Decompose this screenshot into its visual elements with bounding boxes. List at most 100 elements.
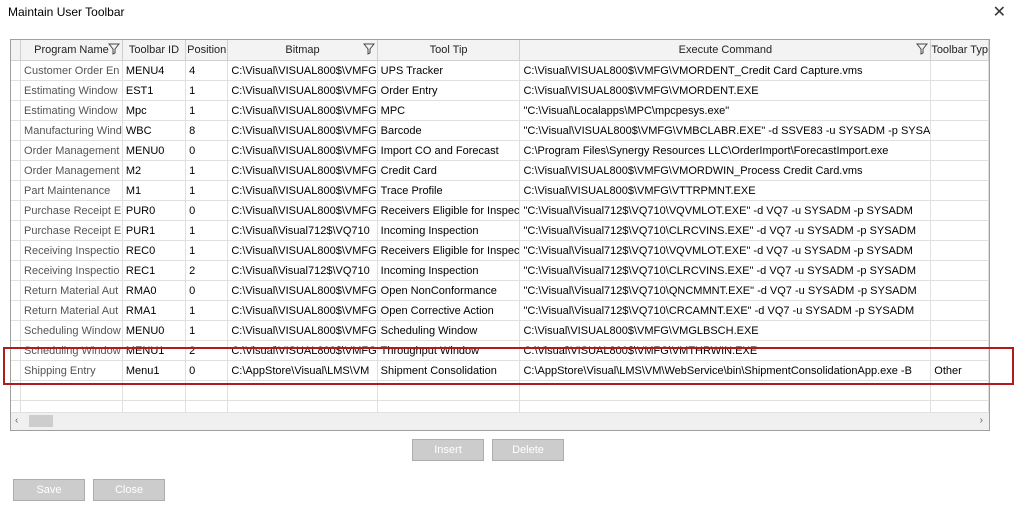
scroll-left-icon[interactable]: ‹ xyxy=(15,415,18,426)
empty-cell[interactable] xyxy=(377,380,521,401)
table-row[interactable]: Part Maintenance M1 1 C:\Visual\VISUAL800$\… xyxy=(11,180,989,201)
row-indicator[interactable] xyxy=(11,320,22,341)
cell-tool-tip[interactable]: Barcode xyxy=(377,120,521,141)
cell-bitmap[interactable]: C:\AppStore\Visual\LMS\VM xyxy=(227,360,378,381)
cell-position[interactable]: 1 xyxy=(185,80,229,101)
cell-execute-command[interactable]: C:\Visual\VISUAL800$\VMFG\VMORDENT_Credi… xyxy=(519,60,932,81)
cell-toolbar-type[interactable] xyxy=(930,220,989,241)
row-indicator[interactable] xyxy=(11,260,22,281)
cell-execute-command[interactable]: "C:\Visual\VISUAL800$\VMFG\VMBCLABR.EXE"… xyxy=(519,120,932,141)
row-indicator[interactable] xyxy=(11,180,22,201)
cell-toolbar-id[interactable]: MENU4 xyxy=(122,60,187,81)
col-header-bitmap[interactable]: Bitmap xyxy=(227,40,378,61)
cell-position[interactable]: 4 xyxy=(185,60,229,81)
table-row[interactable]: Manufacturing Wind WBC 8 C:\Visual\VISUAL80… xyxy=(11,120,989,141)
row-indicator[interactable] xyxy=(11,120,22,141)
cell-program-name[interactable]: Purchase Receipt E xyxy=(20,220,123,241)
cell-program-name[interactable]: Purchase Receipt E xyxy=(20,200,123,221)
cell-toolbar-type[interactable] xyxy=(930,200,989,221)
row-indicator[interactable] xyxy=(11,80,22,101)
cell-tool-tip[interactable]: Throughput Window xyxy=(377,340,521,361)
cell-tool-tip[interactable]: Credit Card xyxy=(377,160,521,181)
cell-bitmap[interactable]: C:\Visual\Visual712$\VQ710 xyxy=(227,220,378,241)
cell-program-name[interactable]: Receiving Inspectio xyxy=(20,240,123,261)
cell-tool-tip[interactable]: Scheduling Window xyxy=(377,320,521,341)
table-row[interactable]: Shipping Entry Menu1 0 C:\AppStore\Visual\L… xyxy=(11,360,989,381)
cell-toolbar-id[interactable]: PUR1 xyxy=(122,220,187,241)
cell-program-name[interactable]: Order Management xyxy=(20,140,123,161)
cell-bitmap[interactable]: C:\Visual\VISUAL800$\VMFG xyxy=(227,160,378,181)
cell-bitmap[interactable]: C:\Visual\VISUAL800$\VMFG xyxy=(227,80,378,101)
close-button[interactable]: Close xyxy=(93,479,165,501)
table-row[interactable]: Customer Order En MENU4 4 C:\Visual\VISUAL8… xyxy=(11,60,989,81)
cell-position[interactable]: 1 xyxy=(185,300,229,321)
cell-toolbar-type[interactable] xyxy=(930,340,989,361)
row-indicator[interactable] xyxy=(11,220,22,241)
cell-toolbar-id[interactable]: Mpc xyxy=(122,100,187,121)
table-row[interactable]: Estimating Window EST1 1 C:\Visual\VISUAL80… xyxy=(11,80,989,101)
cell-program-name[interactable]: Customer Order En xyxy=(20,60,123,81)
cell-tool-tip[interactable]: Open NonConformance xyxy=(377,280,521,301)
cell-bitmap[interactable]: C:\Visual\VISUAL800$\VMFG xyxy=(227,280,378,301)
cell-execute-command[interactable]: "C:\Visual\Visual712$\VQ710\CLRCVINS.EXE… xyxy=(519,220,932,241)
cell-toolbar-id[interactable]: REC0 xyxy=(122,240,187,261)
col-header-program-name[interactable]: Program Name xyxy=(20,40,123,61)
table-row[interactable]: Scheduling Window MENU0 1 C:\Visual\VISUAL8… xyxy=(11,320,989,341)
cell-toolbar-type[interactable] xyxy=(930,160,989,181)
cell-toolbar-id[interactable]: Menu1 xyxy=(122,360,187,381)
row-indicator[interactable] xyxy=(11,200,22,221)
cell-program-name[interactable]: Scheduling Window xyxy=(20,320,123,341)
empty-row[interactable] xyxy=(11,380,989,401)
cell-tool-tip[interactable]: Receivers Eligible for Inspec xyxy=(377,200,521,221)
cell-position[interactable]: 1 xyxy=(185,240,229,261)
cell-toolbar-type[interactable] xyxy=(930,300,989,321)
cell-position[interactable]: 8 xyxy=(185,120,229,141)
table-row[interactable]: Receiving Inspectio REC0 1 C:\Visual\VISUAL… xyxy=(11,240,989,261)
cell-program-name[interactable]: Part Maintenance xyxy=(20,180,123,201)
cell-tool-tip[interactable]: Import CO and Forecast xyxy=(377,140,521,161)
cell-tool-tip[interactable]: Open Corrective Action xyxy=(377,300,521,321)
cell-toolbar-type[interactable] xyxy=(930,240,989,261)
col-header-tool-tip[interactable]: Tool Tip xyxy=(377,40,521,61)
filter-icon[interactable] xyxy=(362,43,375,55)
cell-bitmap[interactable]: C:\Visual\VISUAL800$\VMFG xyxy=(227,60,378,81)
cell-bitmap[interactable]: C:\Visual\VISUAL800$\VMFG xyxy=(227,200,378,221)
col-header-position[interactable]: Position xyxy=(185,40,229,61)
cell-position[interactable]: 0 xyxy=(185,280,229,301)
cell-toolbar-type[interactable] xyxy=(930,80,989,101)
empty-cell[interactable] xyxy=(20,380,123,401)
cell-program-name[interactable]: Manufacturing Wind xyxy=(20,120,123,141)
cell-program-name[interactable]: Return Material Aut xyxy=(20,300,123,321)
cell-toolbar-id[interactable]: MENU1 xyxy=(122,340,187,361)
cell-position[interactable]: 1 xyxy=(185,220,229,241)
close-icon[interactable]: ✕ xyxy=(993,2,1006,22)
cell-tool-tip[interactable]: MPC xyxy=(377,100,521,121)
cell-position[interactable]: 0 xyxy=(185,360,229,381)
cell-tool-tip[interactable]: UPS Tracker xyxy=(377,60,521,81)
cell-execute-command[interactable]: C:\Visual\VISUAL800$\VMFG\VMTHRWIN.EXE xyxy=(519,340,932,361)
row-indicator[interactable] xyxy=(11,280,22,301)
cell-tool-tip[interactable]: Shipment Consolidation xyxy=(377,360,521,381)
cell-position[interactable]: 1 xyxy=(185,320,229,341)
save-button[interactable]: Save xyxy=(13,479,85,501)
empty-cell[interactable] xyxy=(930,380,989,401)
table-row[interactable]: Order Management MENU0 0 C:\Visual\VISUAL80… xyxy=(11,140,989,161)
col-header-execute-command[interactable]: Execute Command xyxy=(519,40,932,61)
cell-program-name[interactable]: Estimating Window xyxy=(20,100,123,121)
cell-toolbar-type[interactable] xyxy=(930,260,989,281)
cell-execute-command[interactable]: "C:\Visual\Visual712$\VQ710\CRCAMNT.EXE"… xyxy=(519,300,932,321)
cell-tool-tip[interactable]: Receivers Eligible for Inspec xyxy=(377,240,521,261)
cell-toolbar-id[interactable]: MENU0 xyxy=(122,320,187,341)
horizontal-scrollbar[interactable]: ‹ › xyxy=(11,412,989,430)
empty-cell[interactable] xyxy=(122,380,187,401)
row-indicator[interactable] xyxy=(11,160,22,181)
row-indicator[interactable] xyxy=(11,300,22,321)
cell-tool-tip[interactable]: Incoming Inspection xyxy=(377,260,521,281)
cell-execute-command[interactable]: "C:\Visual\Visual712$\VQ710\CLRCVINS.EXE… xyxy=(519,260,932,281)
cell-bitmap[interactable]: C:\Visual\VISUAL800$\VMFG xyxy=(227,180,378,201)
cell-toolbar-id[interactable]: RMA1 xyxy=(122,300,187,321)
cell-toolbar-id[interactable]: WBC xyxy=(122,120,187,141)
cell-execute-command[interactable]: C:\Visual\VISUAL800$\VMFG\VMORDENT.EXE xyxy=(519,80,932,101)
cell-position[interactable]: 0 xyxy=(185,140,229,161)
cell-tool-tip[interactable]: Trace Profile xyxy=(377,180,521,201)
